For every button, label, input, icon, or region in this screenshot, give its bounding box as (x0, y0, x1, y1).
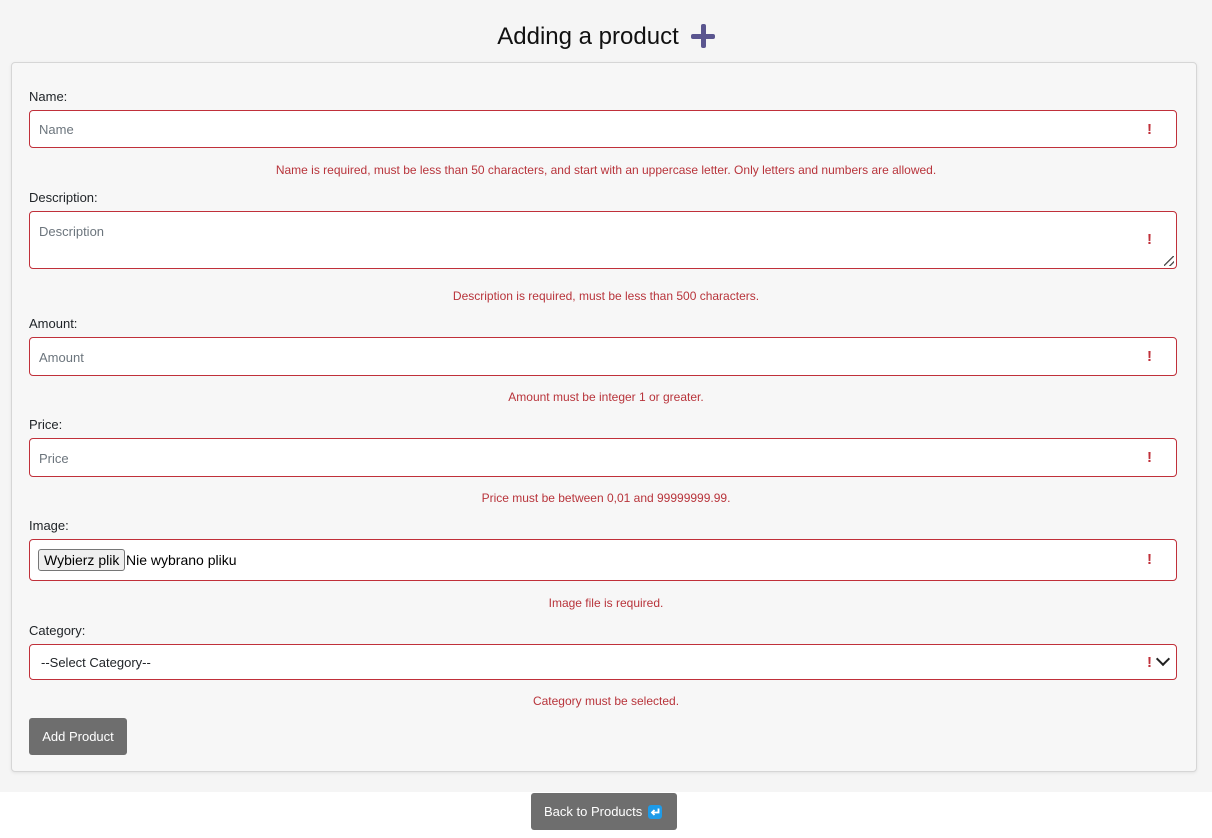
category-select[interactable]: --Select Category-- ! (29, 644, 1177, 680)
name-input[interactable]: Name ! (29, 110, 1177, 148)
choose-file-button[interactable]: Wybierz plik (38, 549, 126, 571)
image-error-icon: ! (1147, 551, 1152, 568)
category-label: Category: (29, 623, 86, 638)
name-placeholder: Name (39, 122, 74, 137)
amount-label: Amount: (29, 316, 78, 331)
description-error-icon: ! (1147, 231, 1152, 248)
page-title-text: Adding a product (497, 23, 679, 50)
name-error-icon: ! (1147, 121, 1152, 138)
image-file-input[interactable]: Wybierz plik Nie wybrano pliku ! (29, 539, 1177, 581)
price-input[interactable]: Price ! (29, 438, 1177, 477)
price-label: Price: (29, 417, 63, 432)
back-to-products-label: Back to Products (544, 804, 643, 819)
chevron-down-icon[interactable] (1155, 651, 1171, 667)
name-label: Name: (29, 89, 68, 104)
add-product-button[interactable]: Add Product (29, 718, 127, 755)
description-error-message: Description is required, must be less th… (452, 289, 760, 303)
back-to-products-button[interactable]: Back to Products (531, 793, 677, 830)
image-error-message: Image file is required. (548, 596, 664, 610)
plus-icon (690, 24, 715, 48)
category-error-message: Category must be selected. (532, 694, 680, 708)
image-label: Image: (29, 518, 69, 533)
price-error-icon: ! (1147, 449, 1152, 466)
return-icon (648, 805, 662, 819)
price-error-message: Price must be between 0,01 and 99999999.… (481, 491, 731, 505)
amount-error-message: Amount must be integer 1 or greater. (508, 390, 704, 404)
category-error-icon: ! (1147, 654, 1152, 671)
description-placeholder: Description (39, 224, 105, 239)
resize-handle-icon[interactable] (1164, 256, 1174, 266)
description-label: Description: (29, 190, 98, 205)
price-placeholder: Price (39, 451, 69, 466)
category-selected-value: --Select Category-- (41, 655, 151, 670)
description-textarea[interactable]: Description ! (29, 211, 1177, 269)
amount-input[interactable]: Amount ! (29, 337, 1177, 376)
amount-error-icon: ! (1147, 348, 1152, 365)
page-title: Adding a product (0, 20, 1212, 56)
file-status-text: Nie wybrano pliku (126, 552, 237, 568)
amount-placeholder: Amount (39, 350, 84, 365)
name-error-message: Name is required, must be less than 50 c… (275, 163, 937, 177)
